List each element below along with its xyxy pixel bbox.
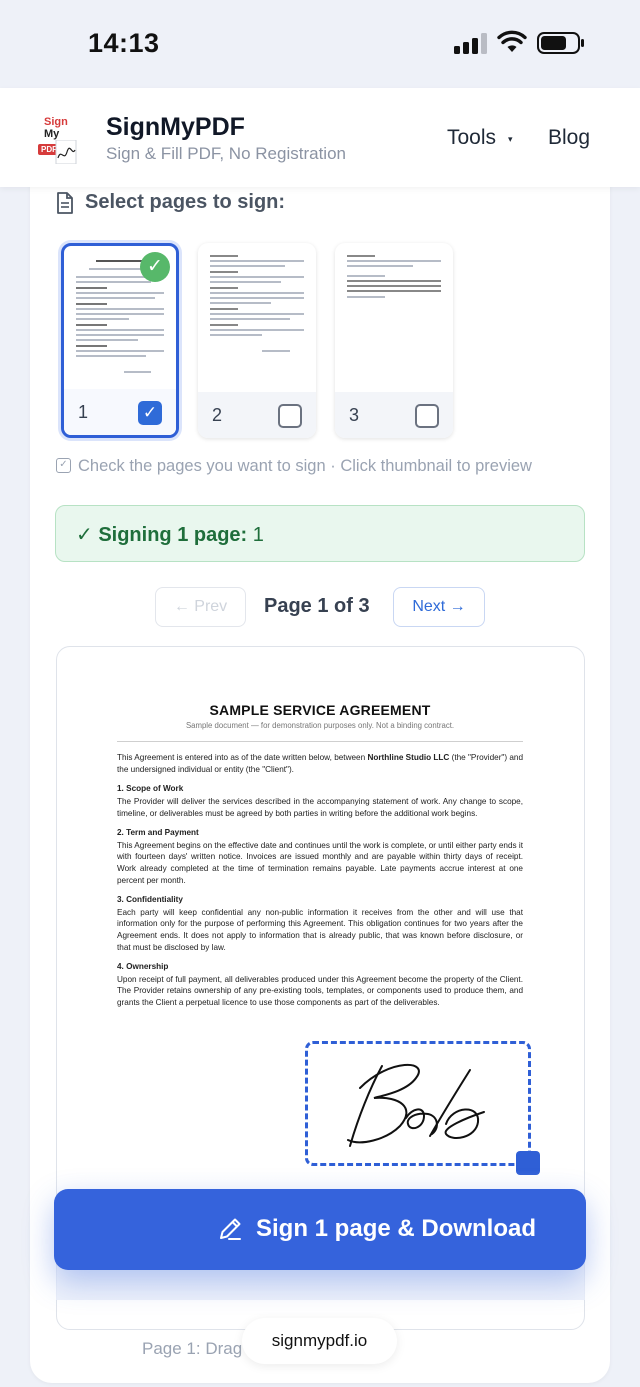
logo-text: My [44, 128, 60, 140]
signing-status-label: ✓ Signing 1 page: [76, 524, 248, 546]
document-icon [57, 192, 73, 214]
page-checkbox-1[interactable]: ✓ [138, 401, 162, 425]
selected-check-badge: ✓ [140, 252, 170, 282]
section-body: Each party will keep confidential any no… [117, 907, 523, 952]
thumbnail-page-number: 1 [78, 402, 89, 422]
document-subtitle: Sample document — for demonstration purp… [185, 720, 455, 730]
logo-text: Sign [44, 116, 68, 128]
section-body: Upon receipt of full payment, all delive… [117, 974, 523, 1007]
document-intro: This Agreement is entered into as of the… [117, 753, 523, 774]
selection-hint: Check the pages you want to sign · Click… [78, 457, 532, 475]
page-checkbox-3[interactable] [415, 404, 439, 428]
signing-status-pages: 1 [247, 524, 264, 546]
sign-download-label: Sign 1 page & Download [256, 1215, 537, 1242]
section-body: The Provider will deliver the services d… [117, 796, 523, 818]
page-thumbnail-3[interactable]: 3 [335, 243, 453, 438]
thumbnail-footer: 1 ✓ [64, 389, 176, 435]
status-bar: 14:13 [0, 0, 640, 88]
page-thumbnail-2[interactable]: 2 [198, 243, 316, 438]
chevron-down-icon[interactable]: ▾ [508, 134, 513, 145]
page-checkbox-2[interactable] [278, 404, 302, 428]
section-body: This Agreement begins on the effective d… [117, 840, 523, 885]
section-heading: 4. Ownership [117, 962, 169, 972]
thumbnail-footer: 3 [335, 392, 453, 438]
section-heading: 3. Confidentiality [117, 895, 183, 905]
signature-drawing [347, 1063, 485, 1147]
page-indicator: Page 1 of 3 [264, 595, 370, 617]
signing-status-banner: ✓ Signing 1 page: 1 [55, 505, 585, 562]
brand-name[interactable]: SignMyPDF [106, 113, 245, 142]
section-heading: 2. Term and Payment [117, 828, 199, 838]
select-pages-title: Select pages to sign: [85, 191, 286, 213]
thumbnail-page-number: 3 [349, 405, 360, 425]
thumbnail-preview [210, 255, 304, 355]
document-title: SAMPLE SERVICE AGREEMENT [209, 702, 431, 718]
brand-tagline: Sign & Fill PDF, No Registration [106, 144, 346, 163]
section-heading: 1. Scope of Work [117, 784, 184, 794]
status-time: 14:13 [88, 28, 160, 58]
logo[interactable]: Sign My PDF [36, 110, 82, 168]
logo-signature-icon [55, 140, 77, 164]
site-header: Sign My PDF SignMyPDF Sign & Fill PDF, N… [0, 88, 640, 187]
battery-icon [537, 32, 584, 54]
document-page: SAMPLE SERVICE AGREEMENT Sample document… [117, 702, 523, 1016]
nav-blog[interactable]: Blog [548, 126, 590, 150]
pen-icon [220, 1218, 241, 1240]
wifi-icon [497, 30, 527, 52]
page-thumbnail-1[interactable]: ✓ 1 ✓ [61, 243, 179, 438]
divider [117, 741, 523, 743]
thumbnail-page-number: 2 [212, 405, 223, 425]
browser-url-pill[interactable]: signmypdf.io [242, 1318, 397, 1364]
sign-download-button[interactable]: Sign 1 page & Download [54, 1189, 586, 1270]
nav-tools[interactable]: Tools [447, 126, 496, 150]
prev-page-button[interactable]: ← Prev [155, 587, 246, 627]
checkbox-hint-icon: ✓ [56, 458, 71, 473]
signal-icon [454, 32, 488, 54]
thumbnail-footer: 2 [198, 392, 316, 438]
thumbnail-preview [347, 255, 441, 301]
signing-status-text: ✓ Signing 1 page: 1 [76, 522, 264, 547]
next-page-button[interactable]: Next → [393, 587, 485, 627]
